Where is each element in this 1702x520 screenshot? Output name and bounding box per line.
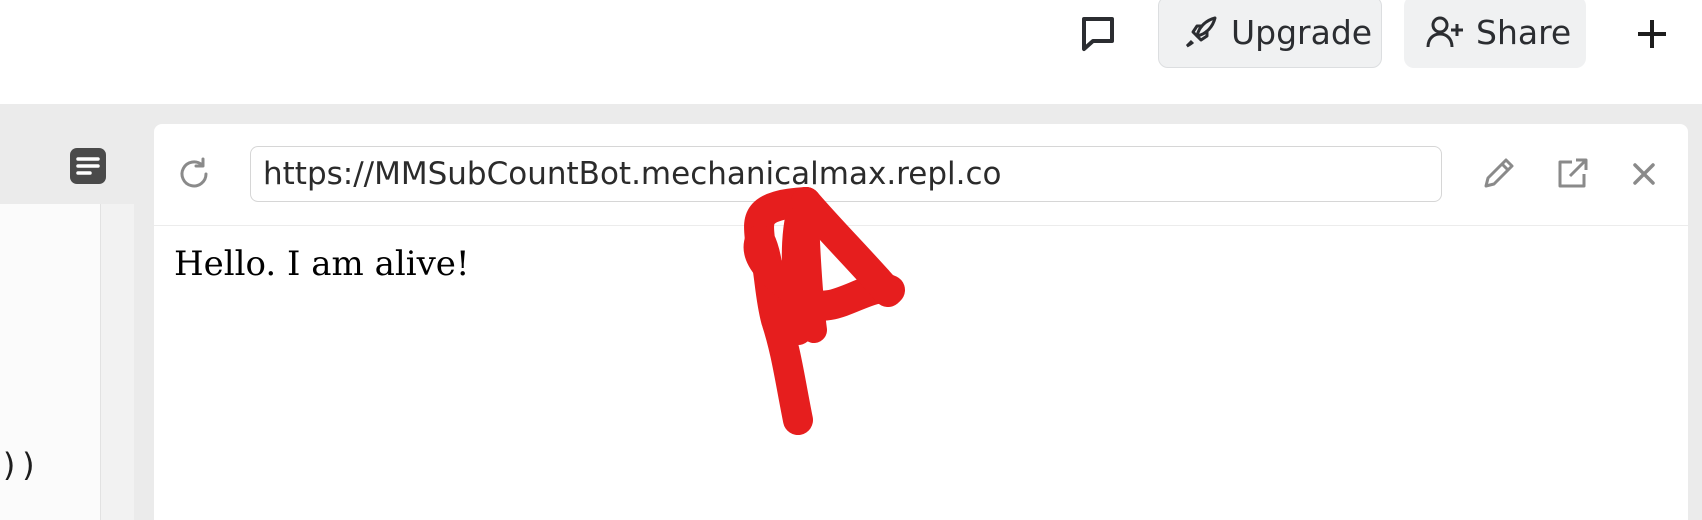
upgrade-button[interactable]: Upgrade: [1158, 0, 1382, 68]
webview-header: [154, 124, 1688, 226]
open-in-new-tab-button[interactable]: [1548, 150, 1596, 198]
chat-bubble-icon: [1082, 17, 1114, 51]
editor-scrollbar[interactable]: [101, 204, 134, 520]
outline-icon: [70, 148, 106, 184]
webview-pane: Hello. I am alive!: [154, 124, 1688, 520]
top-bar: Upgrade Share: [0, 0, 1702, 104]
upgrade-label: Upgrade: [1231, 12, 1373, 52]
add-button[interactable]: [1624, 6, 1680, 62]
pencil-icon: [1484, 158, 1514, 188]
chat-button[interactable]: [1070, 6, 1126, 62]
share-button[interactable]: Share: [1404, 0, 1586, 68]
reload-button[interactable]: [170, 150, 218, 198]
workspace: )) https://MMSubCountBot.mechanicalmax.r…: [0, 104, 1702, 520]
webview-content: Hello. I am alive!: [174, 244, 470, 284]
url-input[interactable]: [250, 146, 1442, 202]
editor-panel: )): [0, 104, 134, 520]
close-icon: [1633, 163, 1655, 185]
edit-url-button[interactable]: [1474, 150, 1522, 198]
share-label: Share: [1476, 12, 1572, 52]
close-webview-button[interactable]: [1620, 150, 1668, 198]
rocket-icon: [1185, 16, 1217, 48]
code-fragment: )): [0, 446, 39, 484]
user-plus-icon: [1426, 16, 1463, 48]
reload-icon: [180, 157, 208, 188]
plus-icon: [1638, 20, 1666, 48]
outline-button[interactable]: [66, 144, 110, 188]
external-link-icon: [1558, 158, 1588, 188]
